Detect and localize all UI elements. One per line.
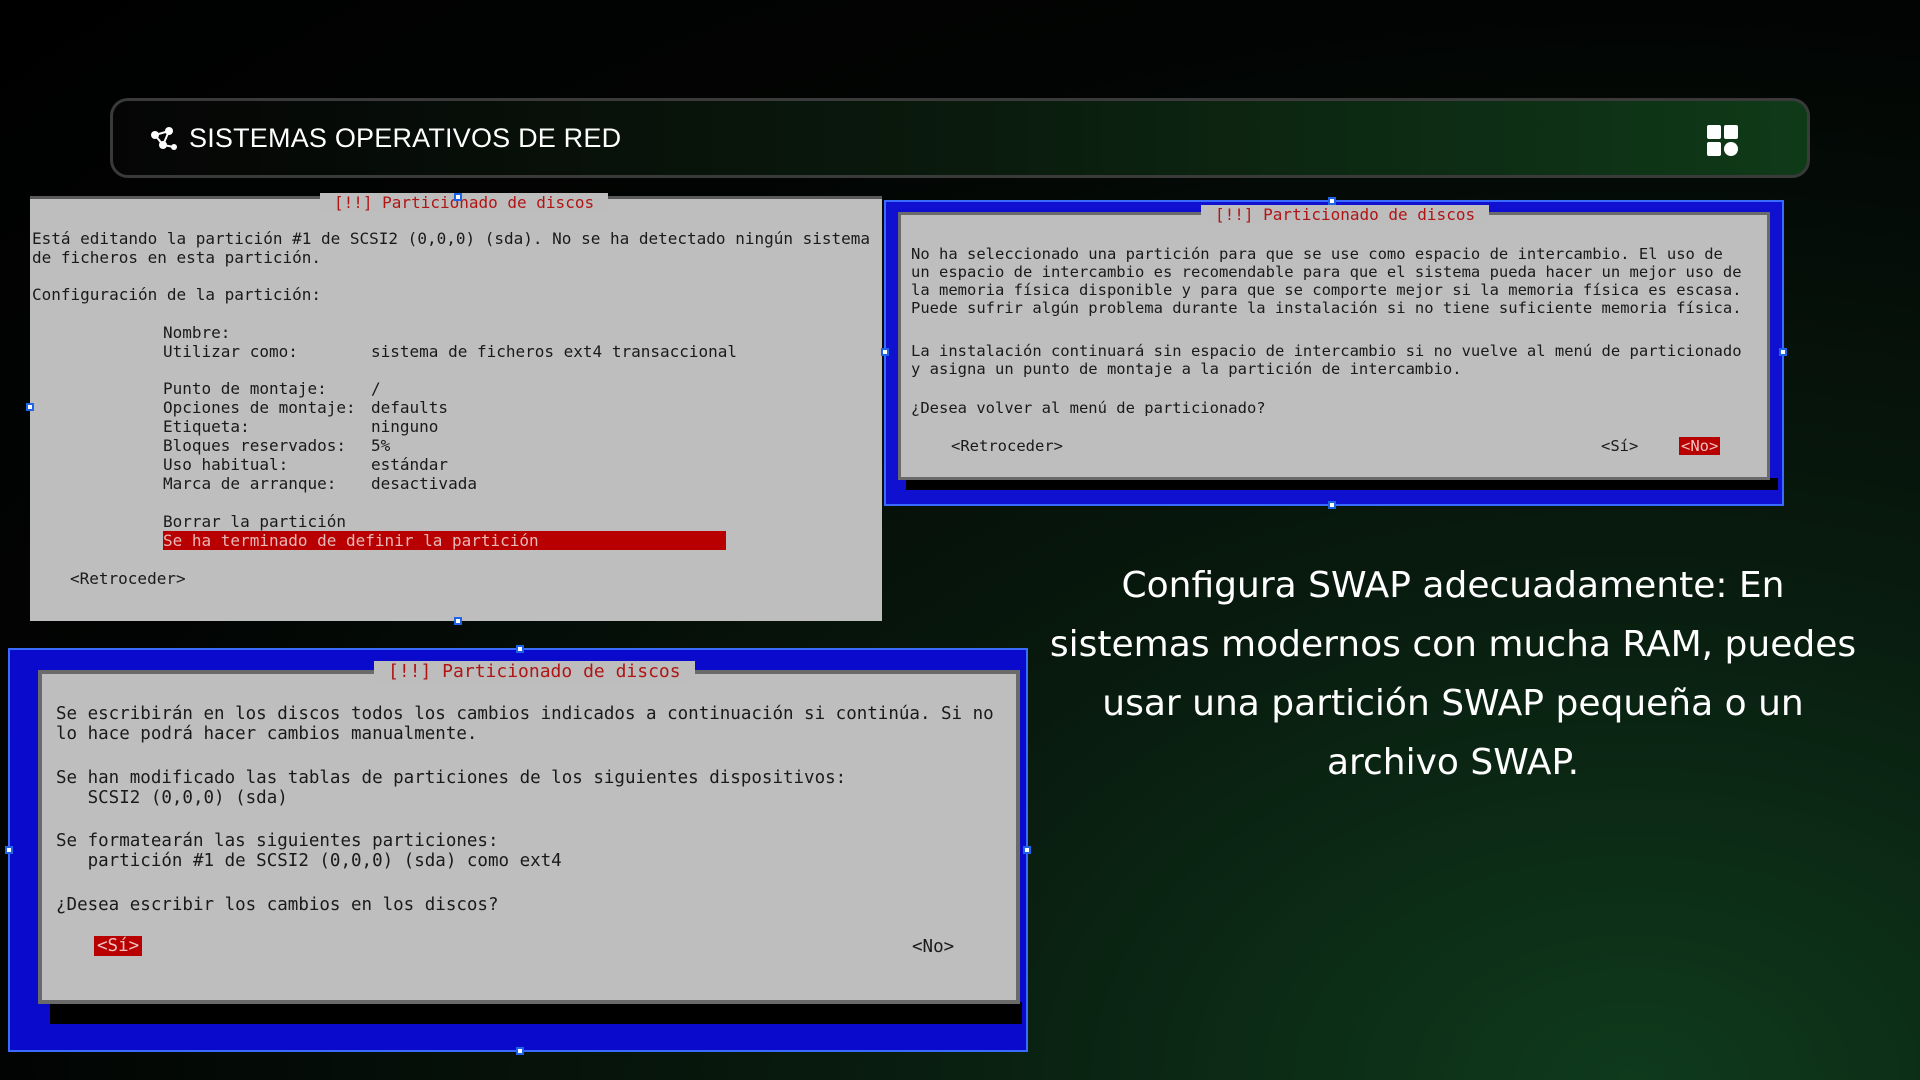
write-question: ¿Desea escribir los cambios en los disco… — [56, 895, 499, 915]
dialog-title: [!!] Particionado de discos — [374, 661, 695, 682]
field-value: / — [371, 379, 381, 398]
resize-handle[interactable] — [26, 403, 34, 411]
field-label: Punto de montaje: — [163, 379, 327, 398]
resize-handle[interactable] — [454, 193, 462, 201]
config-label: Configuración de la partición: — [32, 285, 321, 304]
write-paragraph-2: Se han modificado las tablas de particio… — [56, 768, 847, 808]
field-value: sistema de ficheros ext4 transaccional — [371, 342, 738, 361]
intro-text: Está editando la partición #1 de SCSI2 (… — [32, 229, 871, 267]
resize-handle[interactable] — [881, 348, 889, 356]
dialog-shadow — [50, 1002, 1022, 1024]
swap-paragraph-1: No ha seleccionado una partición para qu… — [911, 245, 1742, 317]
back-button[interactable]: <Retroceder> — [951, 437, 1063, 455]
resize-handle[interactable] — [1779, 348, 1787, 356]
write-paragraph-1: Se escribirán en los discos todos los ca… — [56, 704, 994, 744]
field-value: estándar — [371, 455, 449, 474]
done-partition-option[interactable]: Se ha terminado de definir la partición — [163, 531, 726, 550]
resize-handle[interactable] — [1023, 846, 1031, 854]
write-paragraph-3: Se formatearán las siguientes particione… — [56, 831, 562, 871]
field-label: Nombre: — [163, 323, 231, 342]
dialog-panel: [!!] Particionado de discos Se escribirá… — [38, 661, 1020, 1004]
dialog-panel: [!!] Particionado de discos No ha selecc… — [898, 205, 1770, 480]
partition-settings-screenshot: [!!] Particionado de discos Está editand… — [26, 193, 882, 625]
swap-tip-caption: Configura SWAP adecuadamente: En sistema… — [1049, 565, 1857, 783]
write-changes-screenshot: [!!] Particionado de discos Se escribirá… — [5, 645, 1031, 1055]
swap-paragraph-2: La instalación continuará sin espacio de… — [911, 342, 1742, 378]
field-label: Marca de arranque: — [163, 474, 337, 493]
grid-apps-icon[interactable] — [1707, 125, 1739, 157]
header-title: SISTEMAS OPERATIVOS DE RED — [189, 123, 622, 153]
field-label: Opciones de montaje: — [163, 398, 356, 417]
delete-partition-option[interactable]: Borrar la partición — [163, 512, 346, 531]
field-value: desactivada — [371, 474, 477, 493]
dialog-title: [!!] Particionado de discos — [320, 193, 609, 212]
resize-handle[interactable] — [1328, 197, 1336, 205]
field-label: Uso habitual: — [163, 455, 289, 474]
field-label: Utilizar como: — [163, 342, 298, 361]
no-button[interactable]: <No> — [1679, 437, 1721, 455]
no-button[interactable]: <No> — [912, 937, 954, 957]
field-label: Etiqueta: — [163, 417, 250, 436]
resize-handle[interactable] — [516, 1047, 524, 1055]
dialog-title: [!!] Particionado de discos — [1201, 205, 1490, 224]
yes-button[interactable]: <Sí> — [1601, 437, 1638, 455]
resize-handle[interactable] — [454, 617, 462, 625]
resize-handle[interactable] — [1328, 501, 1336, 509]
resize-handle[interactable] — [516, 645, 524, 653]
header-bar: SISTEMAS OPERATIVOS DE RED — [110, 98, 1810, 178]
network-logo-icon — [151, 127, 177, 150]
swap-question: ¿Desea volver al menú de particionado? — [911, 399, 1266, 417]
yes-button[interactable]: <Sí> — [94, 936, 143, 956]
back-button[interactable]: <Retroceder> — [70, 569, 186, 588]
swap-warning-screenshot: [!!] Particionado de discos No ha selecc… — [881, 197, 1787, 509]
resize-handle[interactable] — [5, 846, 13, 854]
field-label: Bloques reservados: — [163, 436, 347, 455]
field-value: 5% — [371, 436, 391, 455]
field-value: defaults — [371, 398, 449, 417]
field-value: ninguno — [371, 417, 439, 436]
